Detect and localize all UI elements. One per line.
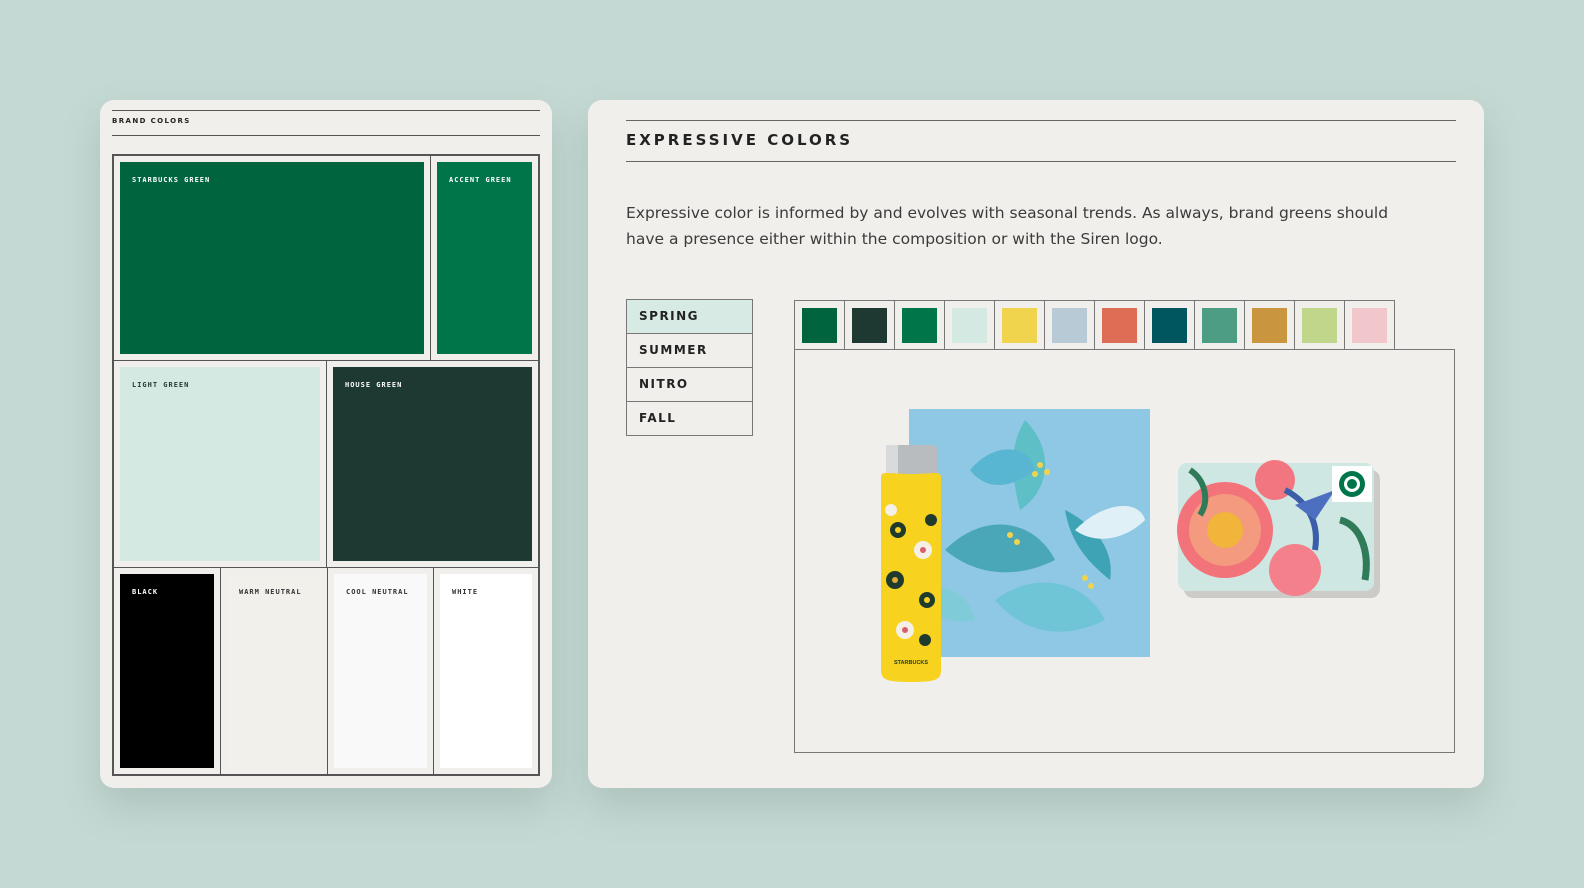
palette-color-chip <box>1252 308 1287 343</box>
palette-color-chip <box>852 308 887 343</box>
tab-nitro[interactable]: NITRO <box>626 367 753 402</box>
season-tabs: SPRING SUMMER NITRO FALL <box>626 299 753 436</box>
palette-color-chip <box>1052 308 1087 343</box>
expressive-palette <box>794 300 1395 350</box>
palette-swatch <box>845 301 895 349</box>
swatch-starbucks-green: STARBUCKS GREEN <box>120 162 424 354</box>
palette-swatch <box>1295 301 1345 349</box>
swatch-cell-house-green: HOUSE GREEN <box>326 360 539 568</box>
tab-spring[interactable]: SPRING <box>626 299 753 334</box>
brand-colors-card: BRAND COLORS STARBUCKS GREEN ACCENT GREE… <box>100 100 552 788</box>
palette-color-chip <box>1002 308 1037 343</box>
palette-swatch <box>1245 301 1295 349</box>
palette-color-chip <box>1352 308 1387 343</box>
palette-color-chip <box>802 308 837 343</box>
swatch-cell-light-green: LIGHT GREEN <box>113 360 327 568</box>
palette-swatch <box>945 301 995 349</box>
swatch-light-green: LIGHT GREEN <box>120 367 320 561</box>
swatch-label: ACCENT GREEN <box>449 176 512 184</box>
swatch-label: HOUSE GREEN <box>345 381 403 389</box>
brand-colors-title: BRAND COLORS <box>112 110 540 136</box>
palette-color-chip <box>1102 308 1137 343</box>
tab-summer[interactable]: SUMMER <box>626 333 753 368</box>
palette-color-chip <box>1202 308 1237 343</box>
swatch-label: LIGHT GREEN <box>132 381 190 389</box>
swatch-label: WHITE <box>452 588 479 596</box>
swatch-house-green: HOUSE GREEN <box>333 367 532 561</box>
gift-card <box>1177 460 1380 598</box>
spring-preview: STARBUCKS <box>794 349 1455 753</box>
swatch-cell-accent-green: ACCENT GREEN <box>430 155 539 361</box>
palette-swatch <box>995 301 1045 349</box>
swatch-cell-white: WHITE <box>433 567 539 775</box>
expressive-colors-card: EXPRESSIVE COLORS Expressive color is in… <box>588 100 1484 788</box>
swatch-label: COOL NEUTRAL <box>346 588 409 596</box>
palette-swatch <box>1045 301 1095 349</box>
palette-color-chip <box>952 308 987 343</box>
palette-color-chip <box>1152 308 1187 343</box>
water-bottle: STARBUCKS <box>881 445 941 682</box>
brand-colors-grid: STARBUCKS GREEN ACCENT GREEN LIGHT GREEN… <box>112 154 540 776</box>
swatch-cell-warm-neutral: WARM NEUTRAL <box>220 567 328 775</box>
palette-swatch <box>1095 301 1145 349</box>
expressive-colors-description: Expressive color is informed by and evol… <box>626 204 1389 248</box>
palette-color-chip <box>902 308 937 343</box>
spring-illustration: STARBUCKS <box>881 409 1380 682</box>
swatch-label: STARBUCKS GREEN <box>132 176 211 184</box>
palette-swatch <box>1145 301 1195 349</box>
swatch-cell-cool-neutral: COOL NEUTRAL <box>327 567 434 775</box>
palette-swatch <box>795 301 845 349</box>
swatch-label: WARM NEUTRAL <box>239 588 302 596</box>
expressive-colors-title: EXPRESSIVE COLORS <box>626 120 1456 162</box>
palette-swatch <box>895 301 945 349</box>
swatch-black: BLACK <box>120 574 214 768</box>
swatch-cool-neutral: COOL NEUTRAL <box>334 574 427 768</box>
blue-leaf-pattern <box>909 409 1150 657</box>
swatch-cell-starbucks-green: STARBUCKS GREEN <box>113 155 431 361</box>
palette-swatch <box>1345 301 1395 349</box>
swatch-cell-black: BLACK <box>113 567 221 775</box>
palette-swatch <box>1195 301 1245 349</box>
swatch-warm-neutral: WARM NEUTRAL <box>227 574 321 768</box>
swatch-label: BLACK <box>132 588 159 596</box>
bottle-brand-text: STARBUCKS <box>894 660 928 666</box>
swatch-accent-green: ACCENT GREEN <box>437 162 532 354</box>
tab-fall[interactable]: FALL <box>626 401 753 436</box>
palette-color-chip <box>1302 308 1337 343</box>
swatch-white: WHITE <box>440 574 532 768</box>
